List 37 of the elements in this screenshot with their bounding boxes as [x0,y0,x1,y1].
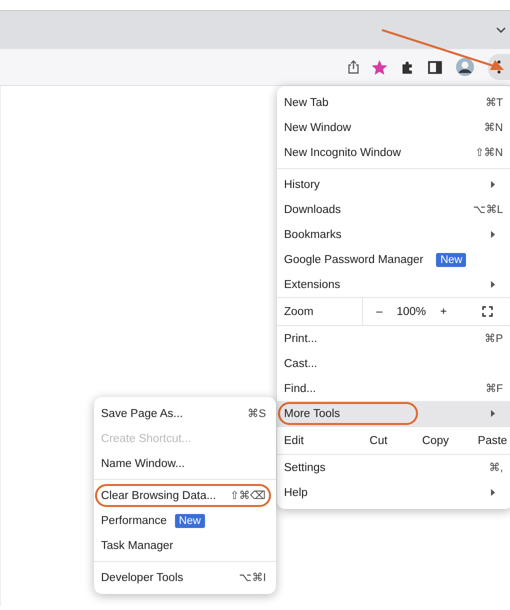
menu-item[interactable]: Downloads ⌥⌘L [277,197,510,222]
menu-item[interactable]: Find... ⌘F [277,376,510,401]
menu-item[interactable]: Clear Browsing Data... ⇧⌘⌫ [94,483,276,508]
menu-item[interactable]: Settings ⌘, [277,455,510,480]
menu-item[interactable]: Extensions [277,272,510,297]
zoom-out-button[interactable]: – [376,306,382,318]
menu-item[interactable]: Help [277,480,510,505]
edit-action-button[interactable]: Paste [464,427,510,454]
star-icon[interactable] [372,60,387,74]
new-badge: New [436,252,466,266]
menu-item[interactable]: Google Password Manager New [277,247,510,272]
zoom-in-button[interactable]: + [440,306,447,318]
menu-item[interactable]: More Tools [277,401,510,426]
edit-action-button[interactable]: Cut [350,427,407,454]
zoom-level: 100% [396,306,426,318]
puzzle-icon[interactable] [400,60,415,74]
menu-item[interactable]: Cast... [277,351,510,376]
share-icon[interactable] [348,60,359,74]
menu-item[interactable]: Performance New [94,508,276,533]
menu-item[interactable]: Task Manager [94,533,276,558]
menu-item[interactable]: Bookmarks [277,222,510,247]
chevron-down-icon[interactable] [496,27,506,33]
menu-item[interactable]: Save Page As... ⌘S [94,401,276,426]
new-badge: New [174,514,205,528]
menu-item[interactable]: Developer Tools ⌥⌘I [94,565,276,590]
menu-item[interactable]: New Incognito Window ⇧⌘N [277,140,510,165]
menu-item[interactable]: Print... ⌘P [277,326,510,351]
menu-item[interactable]: New Window ⌘N [277,115,510,140]
edit-label: Edit [283,434,305,448]
edit-action-button[interactable]: Copy [407,427,464,454]
menu-item[interactable]: History [277,172,510,197]
fullscreen-icon [482,306,493,317]
avatar-icon[interactable] [455,57,475,77]
menu-item[interactable]: Name Window... [94,451,276,476]
menu-item[interactable]: New Tab ⌘T [277,90,510,115]
zoom-label: Zoom [283,304,314,320]
sidebar-icon[interactable] [428,60,442,74]
